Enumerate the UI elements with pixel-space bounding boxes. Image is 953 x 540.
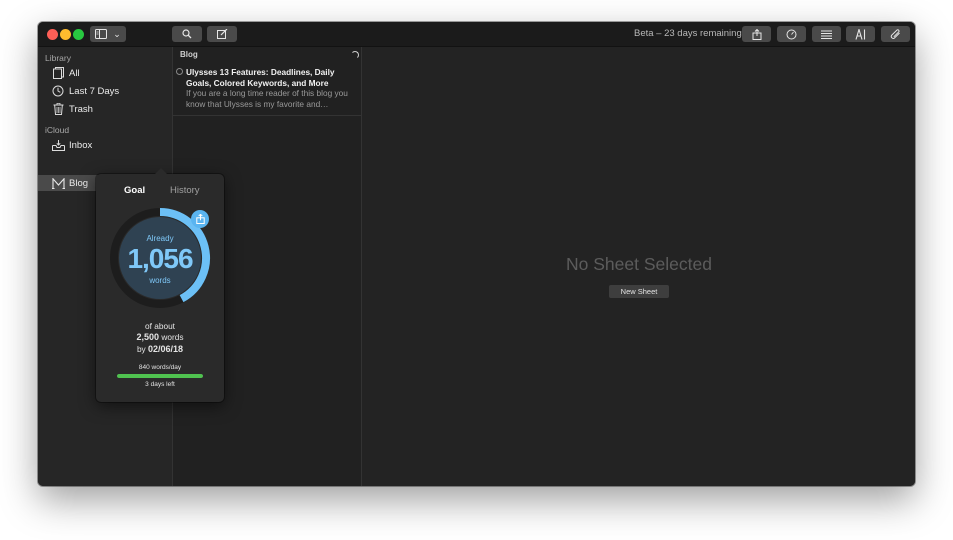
by-label: by	[136, 344, 146, 354]
title-bar: ⌄ Beta – 23 days remaining	[38, 22, 915, 47]
sheet-status-icon	[176, 68, 183, 75]
of-about-label: of about	[145, 321, 175, 331]
goal-number: 2,500	[136, 332, 160, 342]
new-sheet-toolbar-button[interactable]	[207, 26, 237, 42]
markdown-group-icon	[51, 176, 65, 190]
sidebar-item-trash[interactable]: Trash	[38, 101, 172, 117]
sheets-icon	[51, 66, 65, 80]
words-label: words	[149, 276, 171, 285]
goal-popover: Goal History Already 1,056 words of abou…	[96, 168, 224, 402]
library-section-header: Library	[45, 53, 71, 63]
tab-goal[interactable]: Goal	[124, 185, 145, 196]
sheet-list-divider	[361, 47, 362, 486]
text-style-icon	[854, 28, 865, 40]
sidebar-item-all[interactable]: All	[38, 65, 172, 81]
search-icon	[182, 29, 192, 39]
list-icon	[821, 30, 832, 39]
icloud-section-header: iCloud	[45, 125, 70, 135]
sheet-list-header: Blog	[180, 50, 198, 59]
daily-progress-bar	[117, 374, 203, 378]
tab-history[interactable]: History	[170, 185, 200, 196]
sidebar-item-label: Blog	[69, 177, 89, 189]
sidebar-layout-icon	[95, 29, 108, 39]
trash-icon	[51, 102, 65, 116]
sync-spinner-icon	[351, 51, 359, 59]
goal-target: 2,500 words	[96, 332, 224, 342]
sidebar-item-label: Inbox	[69, 139, 93, 151]
deadline-date: 02/06/18	[148, 344, 184, 354]
sidebar-item-inbox[interactable]: Inbox	[38, 137, 172, 153]
days-left-label: 3 days left	[145, 381, 175, 388]
share-icon	[195, 214, 205, 224]
sidebar-item-label: Trash	[69, 103, 93, 115]
inbox-icon	[51, 138, 65, 152]
share-goal-button[interactable]	[191, 210, 209, 228]
sidebar-item-label: All	[69, 67, 80, 79]
sidebar-item-last-7-days[interactable]: Last 7 Days	[38, 83, 172, 99]
words-per-day-label: 840 words/day	[138, 364, 182, 371]
sheet-list-item[interactable]: Ulysses 13 Features: Deadlines, Daily Go…	[173, 65, 361, 116]
clock-icon	[51, 84, 65, 98]
gauge-icon	[786, 29, 797, 39]
outline-button[interactable]	[812, 26, 841, 42]
current-word-count: 1,056	[127, 243, 193, 274]
export-button[interactable]	[742, 26, 771, 42]
popover-arrow	[154, 168, 168, 175]
new-sheet-button[interactable]: New Sheet	[609, 285, 669, 298]
typewriter-style-button[interactable]	[846, 26, 875, 42]
sidebar-toggle-button[interactable]: ⌄	[90, 26, 126, 42]
chevron-down-icon: ⌄	[113, 29, 121, 39]
sheet-excerpt: If you are a long time reader of this bl…	[186, 88, 348, 109]
zoom-window-button[interactable]	[73, 29, 84, 40]
share-icon	[752, 28, 761, 40]
minimize-window-button[interactable]	[60, 29, 71, 40]
no-sheet-selected-label: No Sheet Selected	[566, 254, 712, 274]
already-label: Already	[146, 234, 174, 243]
search-button[interactable]	[172, 26, 202, 42]
goal-deadline: by 02/06/18	[96, 344, 224, 354]
compose-icon	[216, 29, 227, 39]
dashboard-button[interactable]	[777, 26, 806, 42]
beta-remaining-label: Beta – 23 days remaining	[634, 28, 742, 39]
attachments-button[interactable]	[881, 26, 910, 42]
goal-unit: words	[161, 332, 184, 342]
close-window-button[interactable]	[47, 29, 58, 40]
paperclip-icon	[890, 28, 900, 39]
daily-progress-fill	[117, 374, 203, 378]
editor-pane: No Sheet Selected New Sheet	[363, 47, 915, 486]
sidebar-item-label: Last 7 Days	[69, 85, 120, 97]
sheet-title: Ulysses 13 Features: Deadlines, Daily Go…	[186, 67, 335, 88]
